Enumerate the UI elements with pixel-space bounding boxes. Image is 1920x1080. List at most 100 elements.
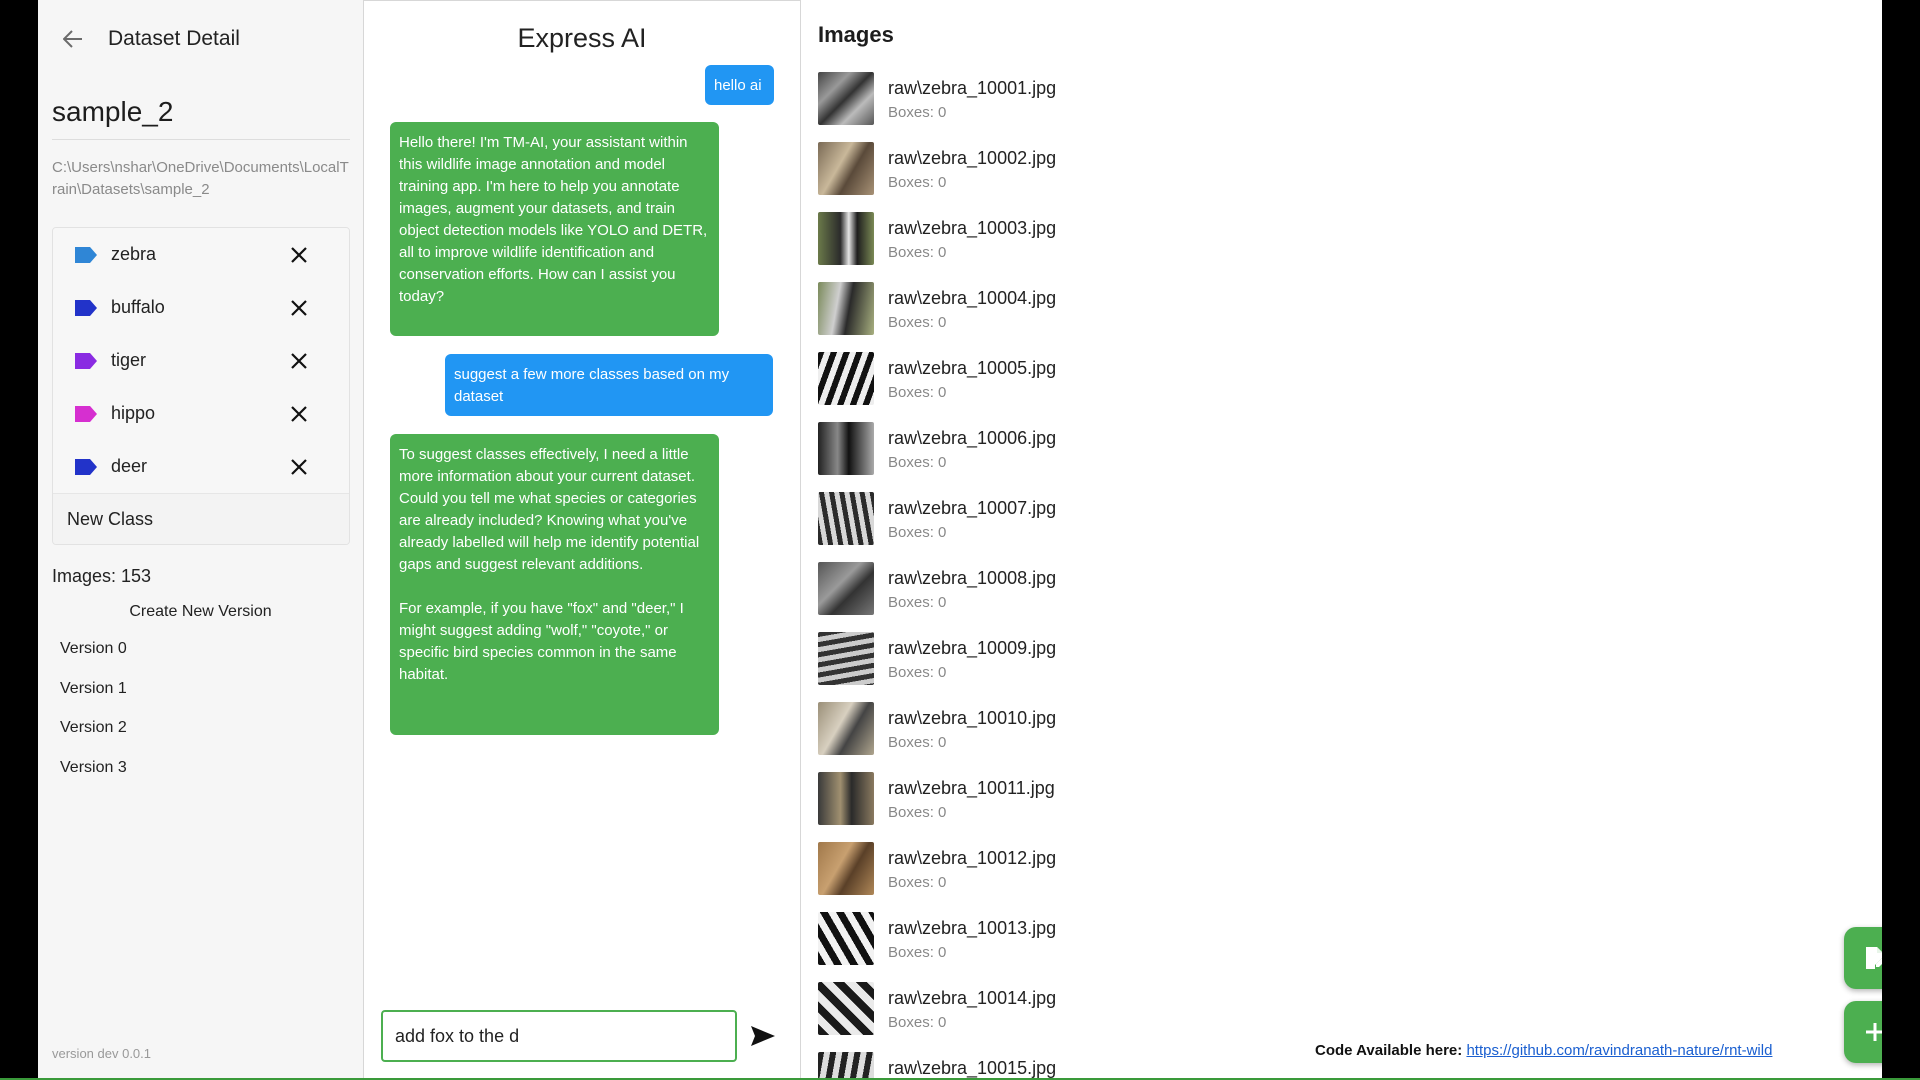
image-list-item[interactable]: raw\zebra_10013.jpg Boxes: 0 [818,912,1418,968]
image-filename: raw\zebra_10003.jpg [888,218,1057,238]
app-window: Dataset Detail sample_2 C:\Users\nshar\O… [38,0,1882,1080]
tag-icon [75,300,97,316]
user-message: suggest a few more classes based on my d… [445,354,773,416]
image-list-item[interactable]: raw\zebra_10008.jpg Boxes: 0 [818,562,1418,618]
version-item[interactable]: Version 2 [60,719,127,737]
image-thumbnail [818,772,874,825]
edit-document-button[interactable] [1844,927,1882,989]
code-available-label: Code Available here: [1315,1042,1463,1059]
image-thumbnail [818,282,874,335]
send-icon [751,1026,775,1046]
class-label: tiger [111,350,147,370]
class-label: buffalo [111,297,165,317]
image-thumbnail [818,562,874,615]
class-label: zebra [111,244,157,264]
image-thumbnail [818,72,874,125]
image-filename: raw\zebra_10002.jpg [888,148,1057,168]
image-filename: raw\zebra_10009.jpg [888,638,1057,658]
image-box-count: Boxes: 0 [888,874,947,891]
dataset-path: C:\Users\nshar\OneDrive\Documents\LocalT… [52,159,349,198]
chat-title: Express AI [517,23,647,53]
image-thumbnail [818,212,874,265]
image-filename: raw\zebra_10013.jpg [888,918,1057,938]
images-count: Images: 153 [52,566,152,586]
create-new-version-button[interactable]: Create New Version [38,603,363,621]
image-list-item[interactable]: raw\zebra_10004.jpg Boxes: 0 [818,282,1418,338]
image-thumbnail [818,912,874,965]
remove-class-icon[interactable] [289,351,309,371]
class-label: deer [111,456,148,476]
version-item[interactable]: Version 1 [60,680,127,698]
tag-icon [75,247,97,263]
image-box-count: Boxes: 0 [888,104,947,121]
page-title: Dataset Detail [108,27,240,50]
send-button[interactable] [748,1021,778,1051]
image-thumbnail [818,492,874,545]
version-item[interactable]: Version 3 [60,759,127,777]
images-heading: Images [818,22,894,47]
dataset-name: sample_2 [52,96,174,127]
image-box-count: Boxes: 0 [888,1014,947,1031]
sidebar: Dataset Detail sample_2 C:\Users\nshar\O… [38,0,363,1080]
remove-class-icon[interactable] [289,298,309,318]
image-box-count: Boxes: 0 [888,664,947,681]
image-thumbnail [818,982,874,1035]
image-filename: raw\zebra_10004.jpg [888,288,1057,308]
class-list: zebra buffalo tiger hippo deer New Class [52,227,350,545]
image-thumbnail [818,422,874,475]
remove-class-icon[interactable] [289,245,309,265]
image-filename: raw\zebra_10010.jpg [888,708,1057,728]
class-item-zebra[interactable]: zebra [53,228,349,281]
chat-input[interactable] [381,1010,737,1062]
image-thumbnail [818,352,874,405]
image-filename: raw\zebra_10006.jpg [888,428,1057,448]
image-box-count: Boxes: 0 [888,804,947,821]
class-item-hippo[interactable]: hippo [53,387,349,440]
add-button[interactable] [1844,1001,1882,1063]
plus-icon [1866,1023,1882,1041]
image-list-item[interactable]: raw\zebra_10001.jpg Boxes: 0 [818,72,1418,128]
image-list-item[interactable]: raw\zebra_10002.jpg Boxes: 0 [818,142,1418,198]
remove-class-icon[interactable] [289,404,309,424]
image-box-count: Boxes: 0 [888,174,947,191]
image-thumbnail [818,632,874,685]
class-item-deer[interactable]: deer [53,440,349,493]
image-list-item[interactable]: raw\zebra_10012.jpg Boxes: 0 [818,842,1418,898]
ai-message: To suggest classes effectively, I need a… [390,434,719,735]
image-list-item[interactable]: raw\zebra_10006.jpg Boxes: 0 [818,422,1418,478]
version-item[interactable]: Version 0 [60,640,127,658]
image-box-count: Boxes: 0 [888,944,947,961]
image-filename: raw\zebra_10011.jpg [888,778,1055,798]
tag-icon [75,459,97,475]
new-class-input[interactable]: New Class [53,493,349,544]
image-list-item[interactable]: raw\zebra_10005.jpg Boxes: 0 [818,352,1418,408]
image-box-count: Boxes: 0 [888,244,947,261]
image-thumbnail [818,142,874,195]
image-filename: raw\zebra_10012.jpg [888,848,1057,868]
image-list-item[interactable]: raw\zebra_10007.jpg Boxes: 0 [818,492,1418,548]
topbar: Dataset Detail [62,22,240,56]
image-list-item[interactable]: raw\zebra_10010.jpg Boxes: 0 [818,702,1418,758]
chat-panel: Express AI hello ai Hello there! I'm TM-… [363,0,801,1080]
app-version: version dev 0.0.1 [52,1046,152,1061]
ai-message: Hello there! I'm TM-AI, your assistant w… [390,122,719,336]
image-filename: raw\zebra_10008.jpg [888,568,1057,588]
remove-class-icon[interactable] [289,457,309,477]
image-list-item[interactable]: raw\zebra_10003.jpg Boxes: 0 [818,212,1418,268]
image-list-item[interactable]: raw\zebra_10011.jpg Boxes: 0 [818,772,1418,828]
image-box-count: Boxes: 0 [888,454,947,471]
class-item-tiger[interactable]: tiger [53,334,349,387]
class-label: hippo [111,403,156,423]
image-list-item[interactable]: raw\zebra_10009.jpg Boxes: 0 [818,632,1418,688]
image-list-item[interactable]: raw\zebra_10014.jpg Boxes: 0 [818,982,1418,1038]
image-filename: raw\zebra_10005.jpg [888,358,1057,378]
divider [52,139,350,140]
class-item-buffalo[interactable]: buffalo [53,281,349,334]
github-link[interactable]: https://github.com/ravindranath-nature/r… [1466,1042,1772,1059]
back-arrow-icon[interactable] [62,28,84,50]
image-box-count: Boxes: 0 [888,734,947,751]
image-box-count: Boxes: 0 [888,524,947,541]
image-thumbnail [818,842,874,895]
image-filename: raw\zebra_10001.jpg [888,78,1057,98]
code-available-note: Code Available here: https://github.com/… [1315,1042,1772,1059]
